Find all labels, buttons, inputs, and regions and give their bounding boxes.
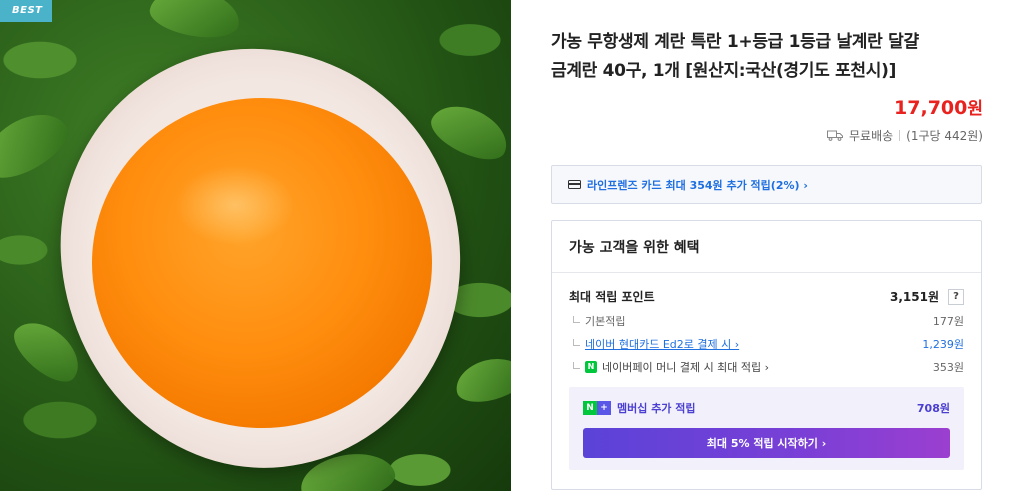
benefit-value: 177원 [932,315,964,328]
yolk-highlight [175,165,295,245]
max-points-label: 최대 적립 포인트 [569,290,655,304]
product-title-line1: 가농 무항생제 계란 특란 1+등급 1등급 날계란 달걀 [551,32,919,52]
divider [899,130,901,141]
max-points-value: 3,151원 [890,290,939,304]
naver-plus-icon: N + [583,401,611,415]
benefit-row-card[interactable]: 네이버 현대카드 Ed2로 결제 시 › 1,239원 [569,336,964,352]
benefits-title: 가농 고객을 위한 혜택 [569,240,700,256]
membership-label: 멤버십 추가 적립 [617,402,696,415]
product-title-line2: 금계란 40구, 1개 [원산지:국산(경기도 포천시)] [551,61,897,81]
benefit-row-npay[interactable]: N 네이버페이 머니 결제 시 최대 적립 › 353원 [569,359,964,375]
naver-plus-plus: + [597,401,611,415]
membership-value: 708원 [916,402,950,415]
benefit-value: 1,239원 [922,338,964,351]
naver-pay-icon: N [585,361,597,373]
product-info: 가농 무항생제 계란 특란 1+등급 1등급 날계란 달걀 금계란 40구, 1… [551,28,983,144]
npay-benefit-link[interactable]: 네이버페이 머니 결제 시 최대 적립 › [602,359,769,375]
benefits-panel: 가농 고객을 위한 혜택 최대 적립 포인트 3,151원 ? 기본적립 177… [551,220,982,490]
best-badge: BEST [0,0,52,22]
divider [552,272,981,273]
help-button[interactable]: ? [948,288,964,305]
leaf-decoration [451,351,511,409]
max-points-row: 최대 적립 포인트 3,151원 ? [569,288,964,305]
benefit-label: 기본적립 [569,313,625,329]
card-benefit-link[interactable]: 네이버 현대카드 Ed2로 결제 시 › [569,336,739,352]
card-promo-text: 라인프렌즈 카드 최대 354원 추가 적립(2%) › [587,178,808,192]
price-unit: 원 [967,99,983,119]
membership-start-button[interactable]: 최대 5% 적립 시작하기 › [583,428,950,458]
membership-row: N + 멤버십 추가 적립 708원 [583,400,950,416]
shipping-info: 무료배송 (1구당 442원) [551,127,983,144]
egg-yolk [92,98,432,428]
leaf-decoration [424,95,511,169]
product-image[interactable]: BEST [0,0,511,491]
leaf-decoration [146,0,244,44]
price: 17,700원 [551,94,983,119]
shipping-label: 무료배송 [848,129,894,143]
leaf-decoration [0,100,77,190]
product-title: 가농 무항생제 계란 특란 1+등급 1등급 날계란 달걀 금계란 40구, 1… [551,28,983,86]
unit-price: (1구당 442원) [906,129,983,143]
npay-item: N 네이버페이 머니 결제 시 최대 적립 › [569,359,769,375]
naver-plus-n: N [583,401,597,415]
card-promo-banner[interactable]: 라인프렌즈 카드 최대 354원 추가 적립(2%) › [551,165,982,204]
membership-box: N + 멤버십 추가 적립 708원 최대 5% 적립 시작하기 › [569,387,964,470]
price-value: 17,700 [894,97,968,119]
benefit-row-base: 기본적립 177원 [569,313,964,329]
credit-card-icon [568,180,581,189]
truck-icon [826,130,843,141]
benefit-value: 353원 [932,361,964,374]
